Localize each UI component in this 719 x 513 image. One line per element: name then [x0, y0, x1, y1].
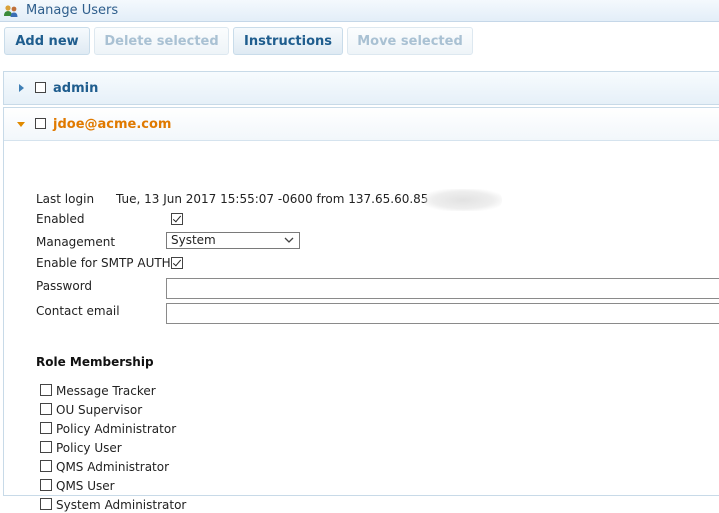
- role-checkbox[interactable]: [40, 498, 52, 510]
- password-label: Password: [36, 279, 93, 293]
- users-icon: [4, 5, 18, 17]
- user-select-checkbox[interactable]: [35, 118, 46, 129]
- add-new-button[interactable]: Add new: [4, 27, 90, 55]
- smtp-auth-checkbox[interactable]: [171, 257, 183, 269]
- role-label: System Administrator: [56, 498, 187, 512]
- contact-email-label: Contact email: [36, 304, 120, 318]
- role-label: Message Tracker: [56, 384, 156, 398]
- toolbar: Add new Delete selected Instructions Mov…: [0, 22, 719, 62]
- role-label: QMS Administrator: [56, 460, 170, 474]
- role-checkbox[interactable]: [40, 479, 52, 491]
- window-titlebar: Manage Users: [0, 0, 719, 22]
- user-details-panel: Last login Tue, 13 Jun 2017 15:55:07 -06…: [4, 141, 719, 512]
- management-label: Management: [36, 235, 116, 249]
- user-row-admin: admin: [3, 71, 719, 105]
- redacted-blur: [424, 189, 502, 211]
- chevron-down-icon: [284, 237, 294, 243]
- user-row-header[interactable]: jdoe@acme.com: [4, 108, 719, 141]
- role-checkbox[interactable]: [40, 422, 52, 434]
- role-checkbox[interactable]: [40, 384, 52, 396]
- role-label: OU Supervisor: [56, 403, 143, 417]
- user-name[interactable]: jdoe@acme.com: [53, 117, 171, 132]
- move-selected-button[interactable]: Move selected: [347, 27, 473, 55]
- last-login-label: Last login: [36, 192, 95, 206]
- last-login-value: Tue, 13 Jun 2017 15:55:07 -0600 from 137…: [116, 192, 429, 206]
- role-checkbox[interactable]: [40, 441, 52, 453]
- user-row-jdoe: jdoe@acme.com Last login Tue, 13 Jun 201…: [3, 107, 719, 512]
- instructions-button[interactable]: Instructions: [233, 27, 343, 55]
- role-checkbox[interactable]: [40, 460, 52, 472]
- user-name[interactable]: admin: [53, 81, 98, 96]
- role-label: Policy User: [56, 441, 122, 455]
- smtp-auth-label: Enable for SMTP AUTH: [36, 256, 171, 270]
- role-checkbox[interactable]: [40, 403, 52, 415]
- window-title: Manage Users: [26, 3, 119, 18]
- contact-email-input[interactable]: [166, 303, 719, 324]
- role-label: QMS User: [56, 479, 115, 493]
- caret-right-icon[interactable]: [19, 84, 24, 92]
- enabled-checkbox[interactable]: [171, 213, 183, 225]
- role-label: Policy Administrator: [56, 422, 177, 436]
- user-row-header[interactable]: admin: [4, 72, 719, 104]
- user-select-checkbox[interactable]: [35, 82, 46, 93]
- caret-down-icon[interactable]: [17, 122, 25, 127]
- enabled-label: Enabled: [36, 212, 85, 226]
- delete-selected-button[interactable]: Delete selected: [94, 27, 229, 55]
- management-select[interactable]: System: [166, 232, 300, 249]
- role-membership-heading: Role Membership: [36, 355, 154, 369]
- management-value: System: [171, 233, 216, 247]
- password-input[interactable]: [166, 278, 719, 299]
